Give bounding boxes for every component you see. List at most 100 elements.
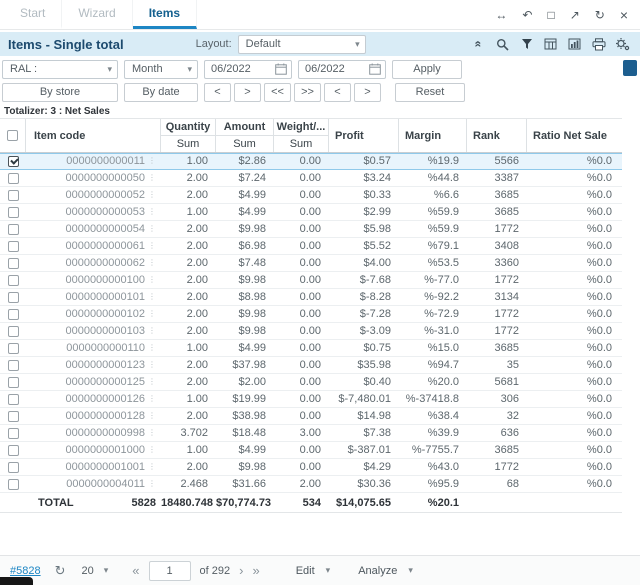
row-checkbox[interactable] — [8, 411, 19, 422]
last-page-button[interactable]: » — [252, 564, 259, 577]
row-checkbox[interactable] — [8, 360, 19, 371]
table-row[interactable]: 0000000000126 ⋮ 1.00 $19.99 0.00 $-7,480… — [0, 391, 622, 408]
row-checkbox[interactable] — [8, 156, 19, 167]
row-menu-icon[interactable]: ⋮ — [148, 446, 156, 454]
period-select[interactable]: Month ▾ — [124, 60, 198, 79]
print-icon[interactable] — [591, 37, 606, 52]
tab-start[interactable]: Start — [4, 0, 62, 29]
next-page-button[interactable]: › — [239, 564, 243, 577]
row-checkbox[interactable] — [8, 224, 19, 235]
row-checkbox[interactable] — [8, 394, 19, 405]
date-from-input[interactable] — [205, 63, 275, 75]
date-to-input[interactable] — [299, 63, 369, 75]
page-number-input[interactable] — [149, 561, 191, 581]
table-row[interactable]: 0000000000128 ⋮ 2.00 $38.98 0.00 $14.98 … — [0, 408, 622, 425]
table-row[interactable]: 0000000000062 ⋮ 2.00 $7.48 0.00 $4.00 %5… — [0, 255, 622, 272]
row-checkbox[interactable] — [8, 241, 19, 252]
table-export-icon[interactable] — [543, 37, 558, 52]
table-row[interactable]: 0000000000101 ⋮ 2.00 $8.98 0.00 $-8.28 %… — [0, 289, 622, 306]
tab-wizard[interactable]: Wizard — [62, 0, 132, 29]
undo-icon[interactable]: ↶ — [522, 9, 532, 21]
layout-select[interactable]: Default ▾ — [238, 35, 366, 54]
row-menu-icon[interactable]: ⋮ — [148, 191, 156, 199]
collapse-icon[interactable]: « — [471, 37, 486, 52]
resize-horizontal-icon[interactable]: ↔ — [495, 9, 507, 21]
header-margin[interactable]: Margin — [399, 119, 467, 152]
row-menu-icon[interactable]: ⋮ — [148, 310, 156, 318]
maximize-icon[interactable]: □ — [547, 9, 554, 21]
table-row[interactable]: 0000000000053 ⋮ 1.00 $4.99 0.00 $2.99 %5… — [0, 204, 622, 221]
close-icon[interactable]: × — [620, 8, 628, 22]
edit-menu-button[interactable]: Edit ▾ — [296, 565, 331, 577]
table-row[interactable]: 0000000000050 ⋮ 2.00 $7.24 0.00 $3.24 %4… — [0, 170, 622, 187]
row-checkbox[interactable] — [8, 292, 19, 303]
row-menu-icon[interactable]: ⋮ — [148, 225, 156, 233]
row-checkbox[interactable] — [8, 428, 19, 439]
calendar-icon[interactable] — [369, 63, 385, 75]
row-menu-icon[interactable]: ⋮ — [148, 395, 156, 403]
header-amount[interactable]: Amount Sum — [216, 119, 274, 152]
table-row[interactable]: 0000000001001 ⋮ 2.00 $9.98 0.00 $4.29 %4… — [0, 459, 622, 476]
table-row[interactable]: 0000000000011 ⋮ 1.00 $2.86 0.00 $0.57 %1… — [0, 153, 622, 170]
row-menu-icon[interactable]: ⋮ — [148, 157, 156, 165]
page-size-select[interactable]: 20 ▾ — [82, 565, 109, 577]
row-menu-icon[interactable]: ⋮ — [148, 344, 156, 352]
refresh-icon[interactable]: ↻ — [55, 564, 66, 577]
filter-icon[interactable] — [519, 37, 534, 52]
group-select[interactable]: RAL : ▾ — [2, 60, 118, 79]
header-item-code[interactable]: Item code — [26, 119, 161, 152]
row-checkbox[interactable] — [8, 207, 19, 218]
row-menu-icon[interactable]: ⋮ — [148, 480, 156, 488]
header-rank[interactable]: Rank — [467, 119, 527, 152]
row-checkbox[interactable] — [8, 445, 19, 456]
by-date-button[interactable]: By date — [124, 83, 198, 102]
step-back-button[interactable]: < — [204, 83, 231, 102]
refresh-window-icon[interactable]: ↻ — [595, 9, 605, 21]
row-menu-icon[interactable]: ⋮ — [148, 208, 156, 216]
header-weight[interactable]: Weight/... Sum — [274, 119, 329, 152]
row-checkbox[interactable] — [8, 275, 19, 286]
tab-items[interactable]: Items — [133, 0, 197, 29]
analyze-menu-button[interactable]: Analyze ▾ — [358, 565, 413, 577]
by-store-button[interactable]: By store — [2, 83, 118, 102]
row-checkbox[interactable] — [8, 309, 19, 320]
side-panel-icon[interactable] — [623, 60, 637, 76]
table-row[interactable]: 0000000004011 ⋮ 2.468 $31.66 2.00 $30.36… — [0, 476, 622, 493]
search-icon[interactable] — [495, 37, 510, 52]
row-checkbox[interactable] — [8, 190, 19, 201]
table-row[interactable]: 0000000000103 ⋮ 2.00 $9.98 0.00 $-3.09 %… — [0, 323, 622, 340]
step-forward-button[interactable]: > — [234, 83, 261, 102]
row-menu-icon[interactable]: ⋮ — [148, 242, 156, 250]
row-checkbox[interactable] — [8, 479, 19, 490]
table-row[interactable]: 0000000000125 ⋮ 2.00 $2.00 0.00 $0.40 %2… — [0, 374, 622, 391]
row-checkbox[interactable] — [8, 173, 19, 184]
table-row[interactable]: 0000000000998 ⋮ 3.702 $18.48 3.00 $7.38 … — [0, 425, 622, 442]
table-row[interactable]: 0000000000052 ⋮ 2.00 $4.99 0.00 $0.33 %6… — [0, 187, 622, 204]
jump-forward-button[interactable]: >> — [294, 83, 321, 102]
table-row[interactable]: 0000000000123 ⋮ 2.00 $37.98 0.00 $35.98 … — [0, 357, 622, 374]
popout-icon[interactable]: ↗ — [570, 9, 580, 21]
row-menu-icon[interactable]: ⋮ — [148, 327, 156, 335]
row-checkbox[interactable] — [8, 377, 19, 388]
row-checkbox[interactable] — [8, 258, 19, 269]
row-checkbox[interactable] — [8, 462, 19, 473]
select-all-checkbox[interactable] — [7, 130, 18, 141]
row-menu-icon[interactable]: ⋮ — [148, 361, 156, 369]
row-menu-icon[interactable]: ⋮ — [148, 174, 156, 182]
row-menu-icon[interactable]: ⋮ — [148, 259, 156, 267]
row-menu-icon[interactable]: ⋮ — [148, 293, 156, 301]
jump-back-button[interactable]: << — [264, 83, 291, 102]
range-forward-button[interactable]: > — [354, 83, 381, 102]
header-ratio-net-sale[interactable]: Ratio Net Sale — [527, 119, 622, 152]
table-row[interactable]: 0000000000061 ⋮ 2.00 $6.98 0.00 $5.52 %7… — [0, 238, 622, 255]
table-row[interactable]: 0000000000102 ⋮ 2.00 $9.98 0.00 $-7.28 %… — [0, 306, 622, 323]
record-count-link[interactable]: #5828 — [10, 565, 41, 577]
row-checkbox[interactable] — [8, 326, 19, 337]
row-menu-icon[interactable]: ⋮ — [148, 378, 156, 386]
row-checkbox[interactable] — [8, 343, 19, 354]
table-row[interactable]: 0000000000110 ⋮ 1.00 $4.99 0.00 $0.75 %1… — [0, 340, 622, 357]
table-row[interactable]: 0000000000054 ⋮ 2.00 $9.98 0.00 $5.98 %5… — [0, 221, 622, 238]
row-menu-icon[interactable]: ⋮ — [148, 276, 156, 284]
header-profit[interactable]: Profit — [329, 119, 399, 152]
header-quantity[interactable]: Quantity Sum — [161, 119, 216, 152]
